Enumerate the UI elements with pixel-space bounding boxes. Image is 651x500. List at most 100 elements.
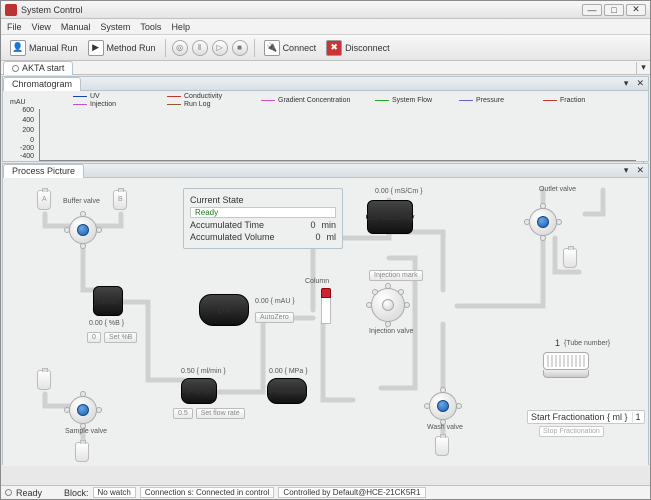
method-run-icon: ▶ (88, 40, 104, 56)
status-controlled: Controlled by Default@HCE-21CK5R1 (278, 487, 425, 498)
menu-bar: File View Manual System Tools Help (1, 19, 650, 35)
chromatogram-legend: UV Injection Conductivity Run Log Gradie… (3, 91, 648, 109)
connect-button[interactable]: 🔌 Connect (259, 37, 322, 59)
tube-number: 1 {Tube number} (555, 338, 610, 348)
y-tick: -200 (12, 145, 34, 152)
autozero-button[interactable]: AutoZero (255, 312, 294, 323)
column (321, 288, 331, 324)
continue-button[interactable]: ▷ (212, 40, 228, 56)
uv-reading: 0.00 { mAU } (255, 298, 295, 305)
titlebar: System Control — □ ✕ (1, 1, 650, 19)
wash-valve[interactable] (429, 392, 457, 420)
manual-run-label: Manual Run (29, 43, 78, 53)
method-run-button[interactable]: ▶ Method Run (83, 37, 161, 59)
legend-conductivity: Conductivity (184, 93, 222, 100)
maximize-button[interactable]: □ (604, 4, 624, 16)
tube-number-value: 1 (555, 338, 560, 348)
mixer-input[interactable]: 0 (87, 332, 101, 343)
conductivity: Conductivity (367, 200, 413, 234)
cond-reading: 0.00 { mS/Cm } (375, 188, 422, 195)
chromatogram-close-button[interactable]: ✕ (632, 78, 648, 89)
outlet-valve-label: Outlet valve (539, 186, 576, 193)
mixer: Mixer (93, 286, 123, 316)
injection-valve-label: Injection valve (369, 328, 413, 335)
mixer-controls: 0 Set %B (87, 332, 137, 343)
status-dot-icon (5, 489, 12, 496)
pressure-icon: Pressure (267, 378, 307, 404)
manual-run-button[interactable]: 👤 Manual Run (5, 37, 83, 59)
connect-label: Connect (283, 43, 317, 53)
mixer-reading: 0.00 { %B } (89, 320, 124, 327)
injection-mark-button[interactable]: Injection mark (369, 270, 423, 281)
legend-pressure: Pressure (476, 97, 504, 104)
chromatogram-title: Chromatogram (12, 79, 72, 89)
akta-start-tab[interactable]: AKTA start (3, 61, 73, 75)
menu-view[interactable]: View (32, 22, 51, 32)
chromatogram-panel: Chromatogram ▾ ✕ UV Injection Conductivi… (2, 76, 649, 162)
status-connection: Connection s: Connected in control (140, 487, 275, 498)
start-fractionation-button[interactable]: Start Fractionation { ml } 1 (527, 410, 645, 424)
flow-rate-input[interactable]: 0.5 (173, 408, 193, 419)
legend-uv: UV (90, 93, 100, 100)
method-run-label: Method Run (107, 43, 156, 53)
stop-button[interactable]: ■ (232, 40, 248, 56)
pause-button[interactable]: ‖ (192, 40, 208, 56)
minimize-button[interactable]: — (582, 4, 602, 16)
sample-valve-label: Sample valve (65, 428, 107, 435)
buffer-valve[interactable] (69, 216, 97, 244)
sample-waste-bottle (75, 442, 89, 462)
acc-vol-value: 0 (315, 232, 320, 242)
process-title: Process Picture (12, 166, 75, 176)
pump-reading: 0.50 { ml/min } (181, 368, 226, 375)
set-flow-rate-button[interactable]: Set flow rate (196, 408, 245, 419)
uv-detector: UV (199, 294, 249, 326)
disconnect-button[interactable]: ✖ Disconnect (321, 37, 395, 59)
chromatogram-tab[interactable]: Chromatogram (3, 77, 81, 91)
pressure: Pressure (267, 378, 307, 404)
menu-file[interactable]: File (7, 22, 22, 32)
status-watch: No watch (93, 487, 136, 498)
outlet-bottle (563, 248, 577, 268)
close-button[interactable]: ✕ (626, 4, 646, 16)
current-state-box: Current State Ready Accumulated Time0min… (183, 188, 343, 249)
pump-controls: 0.5 Set flow rate (173, 408, 245, 419)
sample-bottle (37, 370, 51, 390)
menu-manual[interactable]: Manual (61, 22, 91, 32)
akta-tab-label: AKTA start (22, 63, 64, 73)
akta-tab-bar: AKTA start ▾ (1, 61, 650, 75)
state-value: Ready (190, 207, 336, 218)
menu-help[interactable]: Help (171, 22, 190, 32)
wash-valve-label: Wash valve (427, 424, 463, 431)
process-pin-button[interactable]: ▾ (620, 165, 633, 176)
pump: Pump (181, 378, 217, 404)
process-tab[interactable]: Process Picture (3, 164, 84, 178)
acc-vol-unit: ml (327, 232, 337, 242)
column-label: Column (305, 278, 329, 285)
legend-gradient: Gradient Concentration (278, 97, 350, 104)
status-ready: Ready (16, 488, 42, 498)
process-close-button[interactable]: ✕ (632, 165, 648, 176)
menu-system[interactable]: System (100, 22, 130, 32)
menu-tools[interactable]: Tools (140, 22, 161, 32)
chromatogram-plot[interactable]: mAU min 600 400 200 0 -200 -400 0 0.05 0… (39, 109, 636, 161)
fraction-collector (543, 352, 589, 378)
legend-systemflow: System Flow (392, 97, 432, 104)
set-pct-b-button[interactable]: Set %B (104, 332, 137, 343)
acc-vol-label: Accumulated Volume (190, 232, 309, 242)
status-dot-icon (12, 65, 19, 72)
chromatogram-pin-button[interactable]: ▾ (620, 78, 633, 89)
status-bar: Ready Block: No watch Connection s: Conn… (1, 485, 650, 499)
legend-fraction: Fraction (560, 97, 585, 104)
uv-icon: UV (199, 294, 249, 326)
y-axis-unit: mAU (10, 99, 26, 106)
wash-waste-bottle (435, 436, 449, 456)
y-tick: 600 (12, 107, 34, 114)
buffer-valve-label: Buffer valve (63, 198, 100, 205)
hold-button[interactable]: ◎ (172, 40, 188, 56)
tab-dropdown-button[interactable]: ▾ (636, 62, 650, 74)
injection-valve[interactable] (371, 288, 405, 322)
outlet-valve[interactable] (529, 208, 557, 236)
stop-fractionation-button[interactable]: Stop Fractionation (539, 426, 604, 437)
sample-valve[interactable] (69, 396, 97, 424)
toolbar: 👤 Manual Run ▶ Method Run ◎ ‖ ▷ ■ 🔌 Conn… (1, 35, 650, 61)
